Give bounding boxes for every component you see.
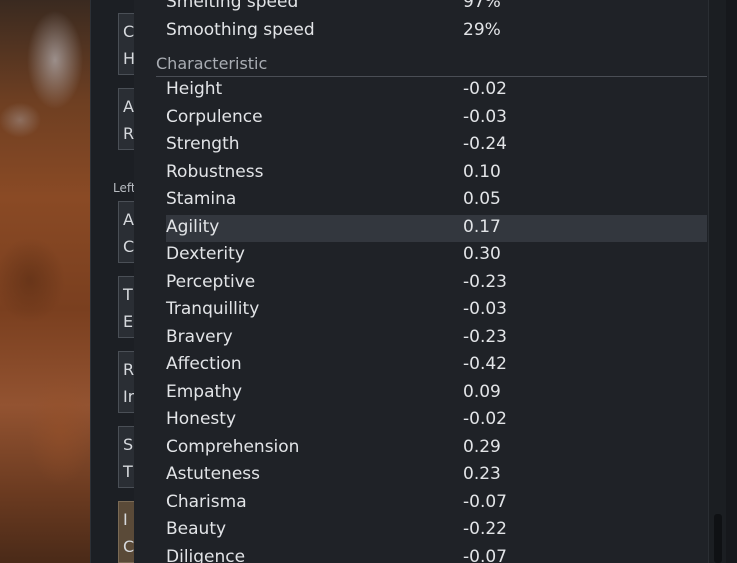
row-label: Smelting speed	[166, 0, 299, 12]
row-label: Corpulence	[166, 106, 263, 127]
row-label: Astuteness	[166, 464, 260, 484]
row-value: -0.23	[463, 271, 507, 292]
row-label: Agility	[166, 216, 220, 237]
row-value: -0.03	[463, 106, 507, 127]
row-label: Perceptive	[166, 271, 256, 292]
characteristic-row-tranquillity[interactable]: Tranquillity -0.03	[166, 297, 707, 324]
characteristic-row-perceptive[interactable]: Perceptive -0.23	[166, 270, 707, 297]
characteristic-row-robustness[interactable]: Robustness 0.10	[166, 160, 707, 187]
characteristic-row-affection[interactable]: Affection -0.42	[166, 352, 707, 379]
characteristic-row-smelting-speed[interactable]: Smelting speed 97%	[166, 0, 707, 17]
row-value: 0.23	[463, 464, 501, 484]
row-value: -0.07	[463, 491, 507, 512]
row-label: Height	[166, 79, 223, 99]
characteristic-row-beauty[interactable]: Beauty -0.22	[166, 517, 707, 544]
row-label: Comprehension	[166, 436, 300, 457]
characteristic-row-stamina[interactable]: Stamina 0.05	[166, 187, 707, 214]
row-value: 29%	[463, 19, 501, 40]
row-value: 0.10	[463, 161, 501, 182]
row-label: Dexterity	[166, 244, 245, 264]
characteristic-row-agility[interactable]: Agility 0.17	[166, 214, 707, 242]
characteristic-row-strength[interactable]: Strength -0.24	[166, 132, 707, 159]
row-label: Charisma	[166, 491, 247, 512]
side-panel: Left C HA RA CT ER Ir S TI C	[90, 0, 148, 563]
characteristic-row-comprehension[interactable]: Comprehension 0.29	[166, 435, 707, 462]
section-header-characteristic: Characteristic	[156, 52, 707, 77]
terrain-background	[0, 0, 92, 563]
row-value: -0.23	[463, 326, 507, 347]
characteristic-row-astuteness[interactable]: Astuteness 0.23	[166, 462, 707, 489]
characteristics-panel: Smelting speed 97% Smoothing speed 29% Char…	[134, 0, 737, 563]
characteristic-row-empathy[interactable]: Empathy 0.09	[166, 380, 707, 407]
row-value: -0.24	[463, 134, 507, 154]
row-label: Stamina	[166, 189, 237, 209]
window-edge	[726, 0, 737, 563]
characteristic-row-diligence[interactable]: Diligence -0.07	[166, 545, 707, 563]
row-label: Tranquillity	[166, 299, 260, 319]
row-value: 0.17	[463, 216, 501, 237]
row-value: 0.09	[463, 381, 501, 402]
characteristic-row-corpulence[interactable]: Corpulence -0.03	[166, 105, 707, 132]
row-label: Diligence	[166, 546, 246, 563]
row-value: 97%	[463, 0, 501, 12]
row-value: 0.30	[463, 244, 501, 264]
row-value: 0.29	[463, 436, 501, 457]
scrollbar-track[interactable]	[708, 0, 727, 563]
row-value: 0.05	[463, 189, 501, 209]
row-value: -0.02	[463, 409, 507, 429]
characteristic-row-honesty[interactable]: Honesty -0.02	[166, 407, 707, 434]
characteristic-row-charisma[interactable]: Charisma -0.07	[166, 490, 707, 517]
row-value: -0.03	[463, 299, 507, 319]
characteristic-row-dexterity[interactable]: Dexterity 0.30	[166, 242, 707, 269]
row-value: -0.42	[463, 354, 507, 374]
row-value: -0.07	[463, 546, 507, 563]
characteristic-row-bravery[interactable]: Bravery -0.23	[166, 325, 707, 352]
row-label: Beauty	[166, 519, 227, 539]
section-title: Characteristic	[156, 54, 268, 73]
row-label: Smoothing speed	[166, 19, 315, 40]
row-label: Bravery	[166, 326, 233, 347]
row-label: Strength	[166, 134, 240, 154]
row-value: -0.02	[463, 79, 507, 99]
row-label: Empathy	[166, 381, 243, 402]
row-value: -0.22	[463, 519, 507, 539]
row-label: Affection	[166, 354, 242, 374]
characteristic-row-height[interactable]: Height -0.02	[166, 77, 707, 104]
row-label: Honesty	[166, 409, 237, 429]
row-label: Robustness	[166, 161, 264, 182]
side-panel-label: Left	[113, 181, 136, 195]
scrollbar-thumb[interactable]	[714, 514, 722, 563]
screen: Left C HA RA CT ER Ir S TI C Smelting spe…	[0, 0, 737, 563]
characteristic-row-smoothing-speed[interactable]: Smoothing speed 29%	[166, 18, 707, 45]
